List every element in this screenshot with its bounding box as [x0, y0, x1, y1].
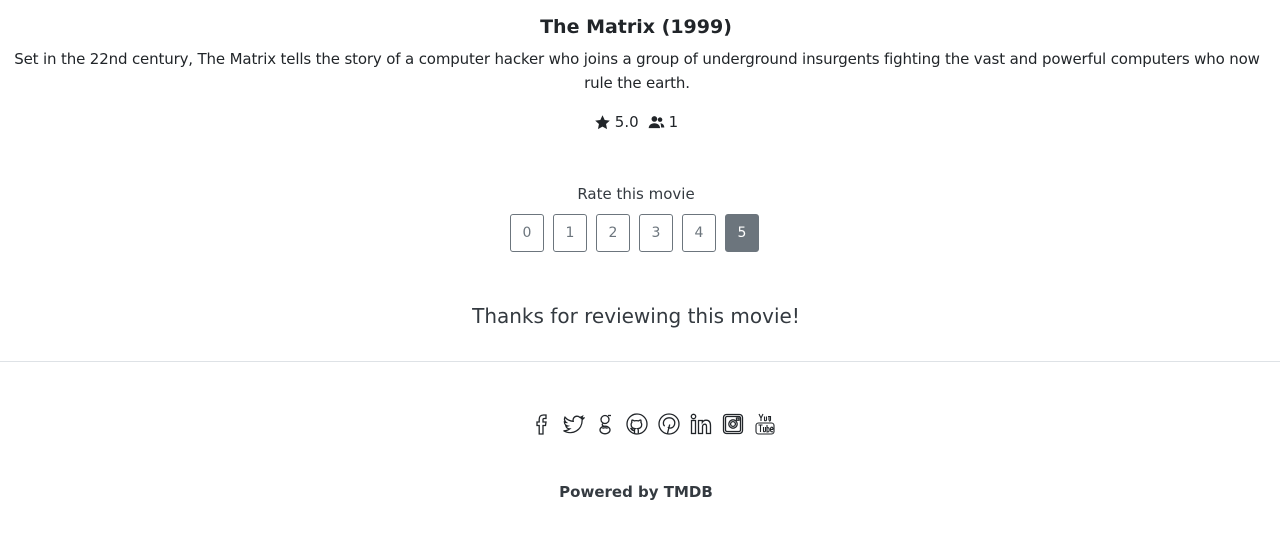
movie-vote-count: 1	[668, 113, 679, 131]
rate-button-2[interactable]: 2	[596, 214, 630, 252]
users-icon	[648, 114, 665, 131]
linkedin-icon[interactable]	[689, 411, 713, 437]
movie-stats: 5.0 1	[0, 111, 1272, 133]
google-icon[interactable]	[593, 411, 617, 437]
movie-rating: 5.0	[614, 113, 639, 131]
youtube-icon[interactable]	[753, 411, 777, 437]
github-icon[interactable]	[625, 411, 649, 437]
rate-button-1[interactable]: 1	[553, 214, 587, 252]
instagram-icon[interactable]	[721, 411, 745, 437]
movie-title: The Matrix (1999)	[540, 16, 732, 38]
rating-buttons: 0 1 2 3 4 5	[510, 214, 759, 252]
pinterest-icon[interactable]	[657, 411, 681, 437]
star-icon	[594, 114, 611, 131]
thanks-message: Thanks for reviewing this movie!	[472, 304, 800, 328]
rate-button-3[interactable]: 3	[639, 214, 673, 252]
rate-label: Rate this movie	[577, 185, 695, 203]
facebook-icon[interactable]	[529, 411, 553, 437]
twitter-icon[interactable]	[561, 411, 585, 437]
social-links	[529, 411, 777, 437]
powered-by: Powered by TMDB	[559, 483, 713, 501]
rate-button-4[interactable]: 4	[682, 214, 716, 252]
rate-button-5[interactable]: 5	[725, 214, 759, 252]
rate-button-0[interactable]: 0	[510, 214, 544, 252]
movie-overview: Set in the 22nd century, The Matrix tell…	[14, 50, 1260, 92]
footer-divider	[0, 361, 1280, 362]
